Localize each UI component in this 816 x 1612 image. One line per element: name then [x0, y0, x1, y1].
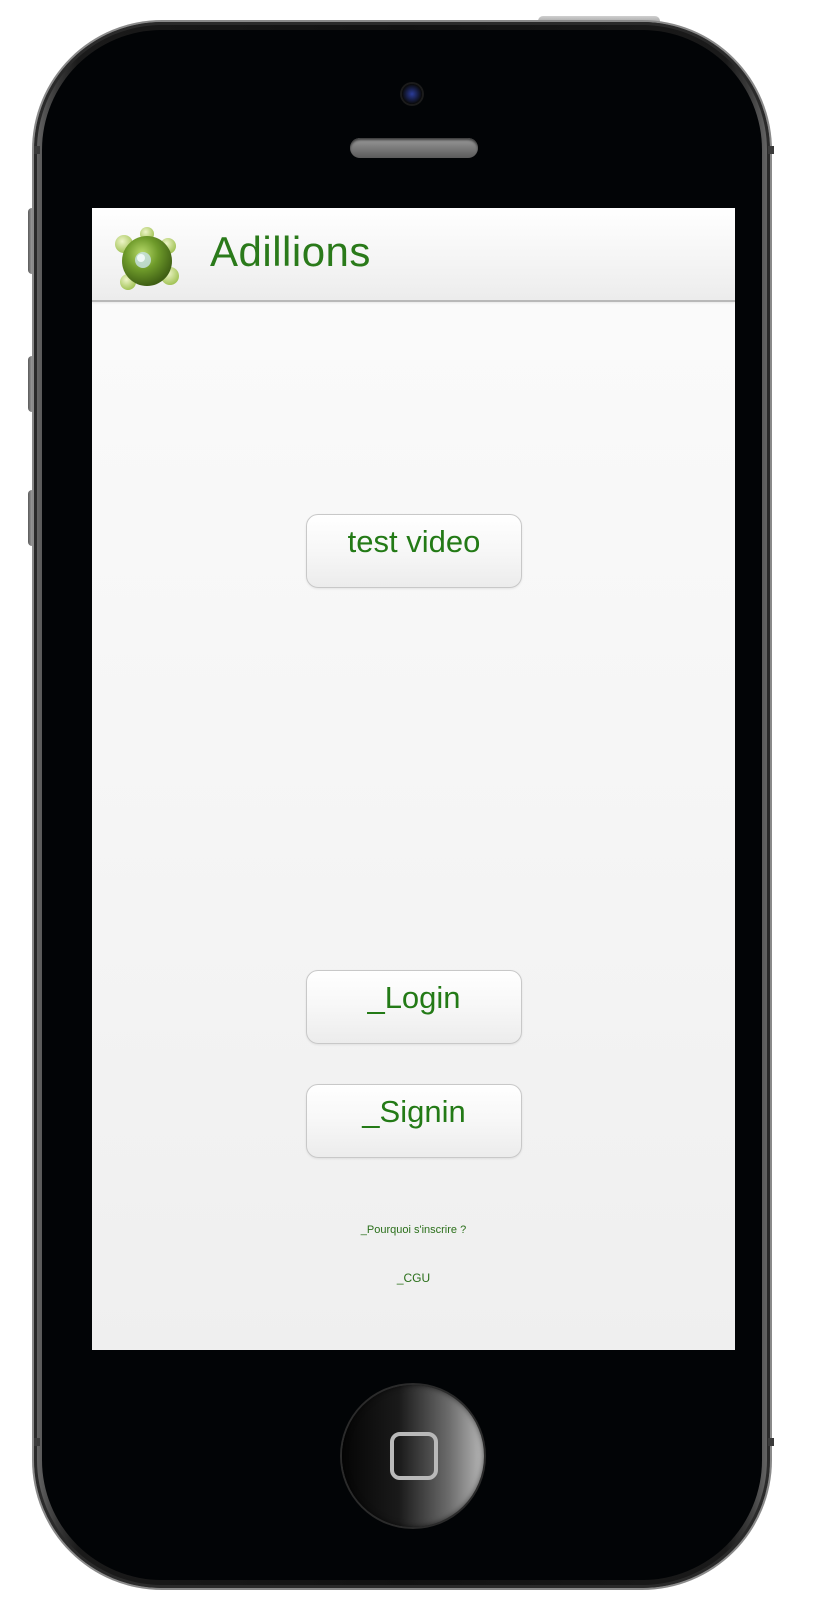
edge-notch: [34, 146, 40, 154]
home-button[interactable]: [342, 1385, 484, 1527]
edge-notch: [768, 1438, 774, 1446]
navigation-bar: Adillions: [92, 208, 735, 302]
front-camera: [402, 84, 422, 104]
cgu-link[interactable]: _CGU: [92, 1271, 735, 1285]
app-screen: Adillions test video _Login _Signin _Pou…: [92, 208, 735, 1350]
login-button[interactable]: _Login: [306, 970, 522, 1044]
app-title: Adillions: [210, 228, 371, 275]
edge-notch: [34, 1438, 40, 1446]
home-square-icon: [390, 1432, 438, 1480]
test-video-button[interactable]: test video: [306, 514, 522, 588]
earpiece-speaker: [350, 138, 478, 158]
why-register-link[interactable]: _Pourquoi s'inscrire ?: [92, 1224, 735, 1236]
device-frame: Adillions test video _Login _Signin _Pou…: [0, 0, 816, 1612]
edge-notch: [768, 146, 774, 154]
green-molecule-icon: [115, 227, 179, 290]
signin-button[interactable]: _Signin: [306, 1084, 522, 1158]
